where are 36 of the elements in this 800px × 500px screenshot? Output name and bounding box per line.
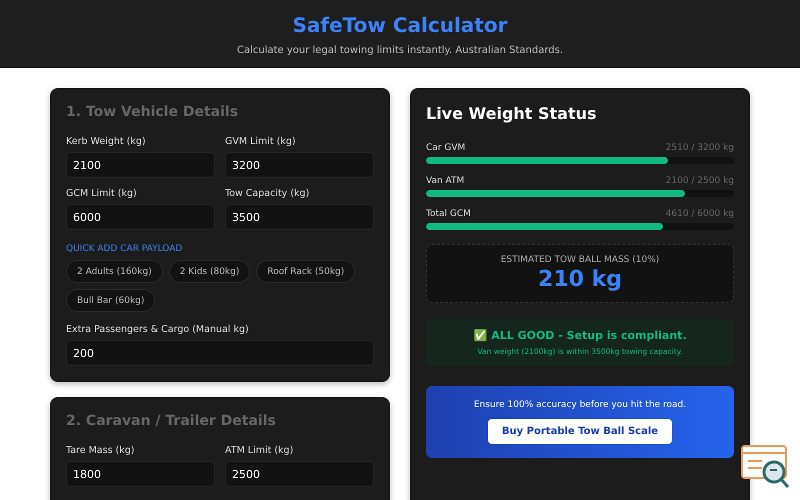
field-label: Extra Passengers & Cargo (Manual kg)	[66, 324, 250, 335]
section-heading: 1. Tow Vehicle Details	[66, 104, 240, 120]
number-field[interactable]: 2100	[66, 152, 215, 178]
field-label: Tare Mass (kg)	[66, 445, 136, 456]
number-field[interactable]: 2500	[225, 461, 374, 487]
promo-text: Ensure 100% accuracy before you hit the road.	[474, 400, 686, 410]
section-heading: 2. Caravan / Trailer Details	[66, 413, 277, 429]
app-title: SafeTow Calculator	[292, 13, 508, 37]
payload-chip[interactable]: Bull Bar (60kg)	[66, 289, 156, 312]
tow-ball-label: ESTIMATED TOW BALL MASS (10%)	[500, 255, 660, 265]
buy-button[interactable]: Buy Portable Tow Ball Scale	[488, 419, 672, 444]
search-document-icon[interactable]	[740, 444, 792, 490]
meter-label: Car GVM	[426, 143, 466, 153]
number-field[interactable]: 3500	[225, 204, 374, 230]
tow-ball-value: 210 kg	[538, 267, 622, 292]
payload-chip[interactable]: 2 Adults (160kg)	[66, 260, 163, 283]
field-label: Tow Capacity (kg)	[225, 188, 310, 199]
payload-chip[interactable]: Roof Rack (50kg)	[256, 260, 356, 283]
status-title: Live Weight Status	[426, 104, 598, 123]
meter-reading: 4610 / 6000 kg	[666, 209, 734, 219]
field-label: GCM Limit (kg)	[66, 188, 138, 199]
number-field[interactable]: 6000	[66, 204, 215, 230]
field-label: GVM Limit (kg)	[225, 136, 297, 147]
meter-label: Van ATM	[426, 176, 464, 186]
number-field[interactable]: 3200	[225, 152, 374, 178]
number-field[interactable]: 1800	[66, 461, 215, 487]
meter-label: Total GCM	[426, 209, 471, 219]
field-label: Kerb Weight (kg)	[66, 136, 147, 147]
meter-reading: 2510 / 3200 kg	[666, 143, 734, 153]
result-headline: ✅ ALL GOOD - Setup is compliant.	[473, 329, 687, 342]
meter-reading: 2100 / 2500 kg	[666, 176, 734, 186]
number-field[interactable]: 200	[66, 340, 374, 366]
payload-chip[interactable]: 2 Kids (80kg)	[168, 260, 250, 283]
field-label: ATM Limit (kg)	[225, 445, 294, 456]
quick-add-label: QUICK ADD CAR PAYLOAD	[66, 244, 184, 254]
app-subtitle: Calculate your legal towing limits instantly. Australian Standards.	[236, 45, 564, 56]
